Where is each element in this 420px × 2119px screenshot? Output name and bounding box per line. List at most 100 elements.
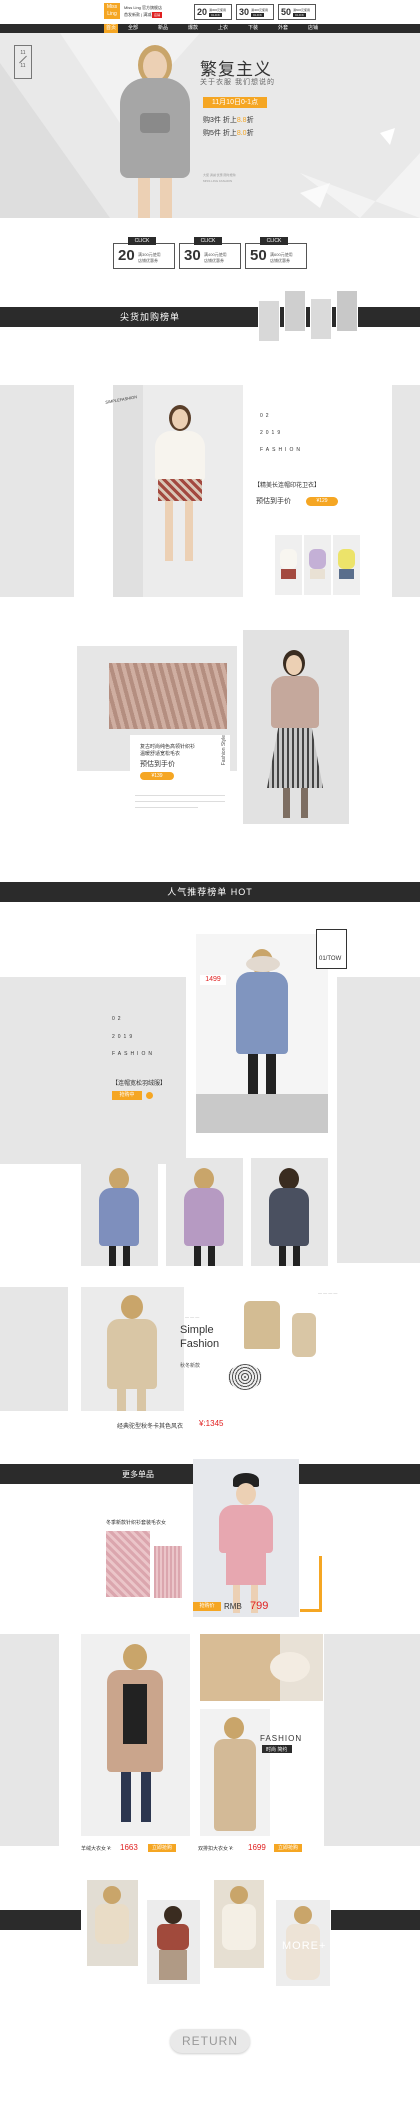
hero-model-image bbox=[110, 33, 200, 218]
nav-item-home[interactable]: 首页 bbox=[104, 24, 118, 33]
side-block-right-4 bbox=[324, 1634, 420, 1846]
nav-item-all[interactable]: 全部 bbox=[118, 24, 148, 33]
pink-knit-model-image[interactable] bbox=[193, 1459, 299, 1617]
header-coupon-text: 满600元使用 bbox=[293, 8, 311, 12]
nav-item-coats[interactable]: 外套 bbox=[268, 24, 298, 33]
s1-year: 2019 bbox=[260, 430, 284, 436]
s1-product2-name-2: 温暖舒适宽松毛衣 bbox=[140, 751, 181, 757]
hero-date-box: 11 11 bbox=[14, 45, 32, 79]
knit-swatch-2[interactable] bbox=[154, 1546, 182, 1598]
nav-item-new[interactable]: 新品 bbox=[148, 24, 178, 33]
coat-flat-image[interactable] bbox=[240, 1297, 284, 1353]
s1-price-label: 预估到手价 bbox=[256, 498, 291, 505]
hero-date-bottom: 11 bbox=[20, 63, 26, 69]
hero-small-text-2: MISS LING FASHION bbox=[203, 179, 233, 183]
coat-sleeve-detail-image[interactable] bbox=[200, 1634, 323, 1701]
brand-text-1: Miss Ling 官方旗舰店 bbox=[124, 5, 163, 10]
coupon-30[interactable]: CLICK 30 满400元使用 店铺优惠券 bbox=[179, 237, 241, 269]
section-title-bar-3-left bbox=[0, 1464, 193, 1484]
thumb-3[interactable] bbox=[310, 298, 332, 340]
nav-item-hot[interactable]: 爆款 bbox=[178, 24, 208, 33]
nav-item-tops[interactable]: 上衣 bbox=[208, 24, 238, 33]
thumb-4[interactable] bbox=[336, 290, 358, 332]
section-title-bar-2: 人气推荐榜单 HOT bbox=[0, 882, 420, 902]
coupon-line-2: 店铺优惠券 bbox=[204, 258, 224, 263]
s2-dash-line: — — — — bbox=[318, 1290, 338, 1295]
s2-badge[interactable]: 抢购中 bbox=[112, 1091, 142, 1100]
logo-text-2: Ling bbox=[107, 11, 117, 17]
header-coupon-num: 50 bbox=[281, 7, 292, 17]
s1-year-no: 02 bbox=[260, 413, 272, 419]
section-title-3: 更多单品 bbox=[122, 1470, 154, 1479]
coupon-20[interactable]: CLICK 20 满300元使用 店铺优惠券 bbox=[113, 237, 175, 269]
knit-detail-image[interactable] bbox=[109, 663, 227, 729]
s3-coat1-button[interactable]: 立即抢购 bbox=[148, 1844, 176, 1852]
jacket-blue-image[interactable] bbox=[81, 1158, 158, 1266]
coupon-amount: 50 bbox=[250, 247, 267, 264]
thumb-2[interactable] bbox=[284, 290, 306, 332]
header-coupon-3[interactable]: 50 满600元使用 CLICK bbox=[278, 4, 316, 20]
coupon-click-label: CLICK bbox=[260, 237, 288, 245]
bar-thumbs bbox=[258, 290, 368, 350]
knit-swatch-1[interactable] bbox=[106, 1531, 150, 1597]
pleated-skirt-image[interactable] bbox=[243, 630, 349, 824]
s2-small-label-top: — — — bbox=[185, 1314, 200, 1319]
brand-logo[interactable]: Miss Ling bbox=[104, 3, 120, 19]
down-jacket-hero-image[interactable] bbox=[196, 934, 328, 1133]
camel-coat-model-image[interactable] bbox=[81, 1634, 190, 1836]
product-hoodie-image[interactable] bbox=[113, 385, 243, 597]
s2-small-label: 秋冬新款 bbox=[180, 1363, 201, 1369]
section-title-bar-3-right bbox=[299, 1464, 420, 1484]
more-item-4[interactable]: MORE+ bbox=[276, 1900, 330, 1986]
trench-coat-image[interactable] bbox=[81, 1287, 184, 1411]
nav-item-bottoms[interactable]: 下装 bbox=[238, 24, 268, 33]
header-coupon-num: 30 bbox=[239, 7, 250, 17]
s3-coat2-button[interactable]: 立即抢购 bbox=[274, 1844, 302, 1852]
more-item-3[interactable] bbox=[214, 1880, 264, 1968]
header-coupon-2[interactable]: 30 满400元使用 CLICK bbox=[236, 4, 274, 20]
side-block-left-1 bbox=[0, 385, 74, 597]
thumb-1[interactable] bbox=[258, 300, 280, 342]
more-label[interactable]: MORE+ bbox=[282, 1940, 326, 1952]
header-coupon-num: 20 bbox=[197, 7, 208, 17]
s1-product2-price-badge[interactable]: ¥139 bbox=[140, 772, 174, 780]
s1-price-badge[interactable]: ¥129 bbox=[306, 497, 338, 506]
header-coupon-1[interactable]: 20 满300元使用 CLICK bbox=[194, 4, 232, 20]
more-bar-right bbox=[331, 1910, 420, 1930]
variant-purple[interactable] bbox=[304, 535, 331, 595]
orange-corner-frame bbox=[300, 1556, 322, 1612]
section-title-2: 人气推荐榜单 HOT bbox=[167, 887, 253, 897]
jacket-navy-image[interactable] bbox=[251, 1158, 328, 1266]
variant-yellow[interactable] bbox=[333, 535, 360, 595]
nav-item-shop[interactable]: 店铺 bbox=[298, 24, 328, 33]
s3-coat1-label: 羊绒大衣女 ¥: bbox=[81, 1846, 112, 1852]
more-item-1[interactable] bbox=[87, 1880, 138, 1966]
more-bar-left bbox=[0, 1910, 81, 1930]
more-item-2[interactable] bbox=[147, 1900, 200, 1984]
header-coupon-text: 满300元使用 bbox=[209, 8, 227, 12]
double-breasted-coat-image[interactable] bbox=[200, 1709, 270, 1836]
return-button[interactable]: RETURN bbox=[170, 2029, 250, 2053]
brand-badge: 店铺 bbox=[152, 12, 162, 18]
hero-line-1-prefix: 购3件 折上 bbox=[203, 117, 237, 124]
s3-coat1-price: 1663 bbox=[120, 1843, 138, 1852]
top-header: Miss Ling Miss Ling 官方旗舰店 首发新款 | 满减活动 店铺… bbox=[0, 0, 420, 24]
s2-badge-dot bbox=[146, 1092, 153, 1099]
hero-line-1-value: 8.8 bbox=[236, 117, 247, 124]
hat-image[interactable] bbox=[226, 1358, 264, 1394]
section-title-1: 尖货加购榜单 bbox=[119, 312, 180, 322]
variant-white[interactable] bbox=[275, 535, 302, 595]
s3-fashion-sub-box: 时尚 简约 bbox=[262, 1745, 292, 1753]
s3-coat2-label: 双排扣大衣女 ¥: bbox=[198, 1846, 234, 1852]
s1-product2-price-label: 预估到手价 bbox=[140, 761, 175, 768]
s3-price-badge[interactable]: 抢购价 bbox=[193, 1602, 221, 1611]
coat-back-image[interactable] bbox=[288, 1305, 320, 1361]
coupon-50[interactable]: CLICK 50 满600元使用 店铺优惠券 bbox=[245, 237, 307, 269]
s2-simple: Simple bbox=[180, 1324, 214, 1336]
knit-desc-lines bbox=[135, 795, 225, 808]
s2-fashion: FASHION bbox=[112, 1051, 155, 1057]
jacket-purple-image[interactable] bbox=[166, 1158, 243, 1266]
hero-time-badge: 11月10日0-1点 bbox=[203, 97, 267, 108]
header-coupon-click: CLICK bbox=[251, 13, 264, 17]
hero-banner: 11 11 繁复主义 关于衣服 我们想说的 11月10日0-1点 购3件 折上8… bbox=[0, 33, 420, 218]
